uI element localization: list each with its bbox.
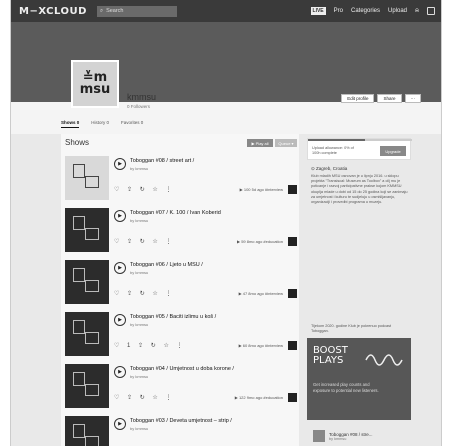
- show-actions[interactable]: ♡ 1 ⇪ ↻ ☆ ⋮: [114, 342, 185, 349]
- show-artwork[interactable]: [65, 416, 109, 446]
- more-button[interactable]: ⋯: [404, 94, 421, 103]
- follower-count[interactable]: 0 Followers: [127, 104, 150, 109]
- avatar: ≚m msu: [71, 60, 119, 108]
- search-input[interactable]: ⌕ Search: [96, 5, 177, 17]
- account-menu-icon[interactable]: [427, 7, 435, 15]
- upload-link[interactable]: Upload: [388, 8, 407, 14]
- top-nav: M−XCLOUD ⌕ Search LIVE Pro Categories Up…: [11, 0, 441, 22]
- show-title[interactable]: Toboggan #06 / Ljeto u MSU /: [130, 262, 203, 268]
- share-button[interactable]: Share: [377, 94, 402, 103]
- list-item: ▶ Toboggan #07 / K. 100 / Ivan Koberid b…: [65, 208, 297, 256]
- mixcloud-logo[interactable]: M−XCLOUD: [19, 6, 87, 17]
- nav-right: LIVE Pro Categories Upload ⍾: [310, 7, 435, 15]
- play-icon[interactable]: ▶: [114, 314, 126, 326]
- pro-link[interactable]: Pro: [334, 8, 343, 14]
- mini-player[interactable]: Toboggan #08 / stre... by kmmsu: [307, 426, 411, 446]
- tab-shows[interactable]: Shows 0: [61, 120, 80, 128]
- edit-profile-button[interactable]: Edit profile: [341, 94, 375, 103]
- show-title[interactable]: Toboggan #04 / Umjetnost u doba korone /: [130, 366, 234, 372]
- boost-plays-ad[interactable]: BOOST PLAYS Get increased play counts an…: [307, 338, 411, 420]
- categories-link[interactable]: Categories: [351, 8, 380, 14]
- mini-player-title: Toboggan #08 / stre...: [329, 431, 373, 437]
- list-item: ▶ Toboggan #06 / Ljeto u MSU / by kmmsu …: [65, 260, 297, 308]
- boost-title: BOOST PLAYS: [313, 345, 348, 366]
- search-placeholder: Search: [106, 8, 124, 14]
- show-owner[interactable]: by kmmsu: [130, 426, 148, 431]
- show-meta: ▶ 59 8mo ago #education: [237, 239, 283, 244]
- shows-heading: Shows: [65, 138, 90, 147]
- upgrade-button[interactable]: Upgrade: [380, 146, 406, 156]
- upgrade-card: Upload allowance: 0% of 100h complete Up…: [307, 138, 412, 160]
- mix-icon: [288, 289, 297, 298]
- play-icon[interactable]: ▶: [114, 366, 126, 378]
- show-actions[interactable]: ♡ ⇪ ↻ ☆ ⋮: [114, 290, 174, 297]
- show-actions[interactable]: ♡ ⇪ ↻ ☆ ⋮: [114, 238, 174, 245]
- show-owner[interactable]: by kmmsu: [130, 218, 148, 223]
- mix-icon: [288, 237, 297, 246]
- show-actions[interactable]: ♡ ⇪ ↻ ☆ ⋮: [114, 186, 174, 193]
- mini-player-artwork: [313, 430, 325, 442]
- sidebar: Upload allowance: 0% of 100h complete Up…: [307, 134, 412, 446]
- live-button[interactable]: LIVE: [310, 7, 326, 15]
- show-meta: ▶ 122 9mo ago #education: [234, 395, 283, 400]
- play-icon[interactable]: ▶: [114, 158, 126, 170]
- upload-progress-bar: [308, 139, 412, 141]
- list-item: ▶ Toboggan #08 / street art / by kmmsu ♡…: [65, 156, 297, 204]
- show-owner[interactable]: by kmmsu: [130, 374, 148, 379]
- mix-icon: [288, 185, 297, 194]
- mini-player-owner: by kmmsu: [329, 436, 347, 441]
- queue-button[interactable]: Queue ▾: [275, 139, 297, 147]
- boost-subtitle: Get increased play counts and exposure t…: [313, 382, 379, 393]
- show-artwork[interactable]: [65, 312, 109, 356]
- location: ⊙ Zagreb, Croatia: [311, 166, 348, 171]
- show-title[interactable]: Toboggan #08 / street art /: [130, 158, 194, 164]
- show-artwork[interactable]: [65, 364, 109, 408]
- show-title[interactable]: Toboggan #03 / Deveta umjetnost – strip …: [130, 418, 232, 424]
- show-owner[interactable]: by kmmsu: [130, 270, 148, 275]
- list-item: ▶ Toboggan #05 / Baciti izlimu u koš / b…: [65, 312, 297, 360]
- show-actions[interactable]: ♡ ⇪ ↻ ☆ ⋮: [114, 394, 174, 401]
- page: M−XCLOUD ⌕ Search LIVE Pro Categories Up…: [10, 0, 442, 446]
- show-title[interactable]: Toboggan #07 / K. 100 / Ivan Koberid: [130, 210, 221, 216]
- mix-icon: [288, 341, 297, 350]
- tab-history[interactable]: History 0: [91, 120, 109, 128]
- play-icon[interactable]: ▶: [114, 262, 126, 274]
- play-icon[interactable]: ▶: [114, 418, 126, 430]
- show-artwork[interactable]: [65, 156, 109, 200]
- search-icon: ⌕: [99, 7, 104, 14]
- upgrade-text: Upload allowance: 0% of 100h complete: [312, 146, 354, 155]
- show-meta: ▶ 100 5d ago #interview: [239, 187, 283, 192]
- waveform-icon: [365, 354, 403, 366]
- show-owner[interactable]: by kmmsu: [130, 166, 148, 171]
- profile-name: kmmsu: [127, 92, 156, 102]
- profile-bio: Klub mladih MSU osnovan je u lipnju 2016…: [311, 174, 408, 205]
- avatar-logo-line2: msu: [79, 82, 111, 97]
- show-meta: ▶ 60 8mo ago #interview: [238, 343, 283, 348]
- show-meta: ▶ 47 8mo ago #interview: [238, 291, 283, 296]
- profile-tabs: Shows 0 History 0 Favorites 0: [61, 120, 143, 128]
- profile-bio-more: Tijekom 2020. godine Klub je pokrenuo po…: [311, 324, 392, 334]
- shows-list: Shows ▶ Play all Queue ▾ ▶ Toboggan #08 …: [61, 134, 299, 446]
- list-item: ▶ Toboggan #03 / Deveta umjetnost – stri…: [65, 416, 297, 446]
- show-title[interactable]: Toboggan #05 / Baciti izlimu u koš /: [130, 314, 216, 320]
- show-artwork[interactable]: [65, 208, 109, 252]
- mix-icon: [288, 393, 297, 402]
- profile-actions: Edit profile Share ⋯: [341, 94, 421, 103]
- notifications-icon[interactable]: ⍾: [415, 8, 419, 15]
- show-owner[interactable]: by kmmsu: [130, 322, 148, 327]
- tab-favorites[interactable]: Favorites 0: [121, 120, 143, 128]
- show-artwork[interactable]: [65, 260, 109, 304]
- play-icon[interactable]: ▶: [114, 210, 126, 222]
- list-item: ▶ Toboggan #04 / Umjetnost u doba korone…: [65, 364, 297, 412]
- play-all-button[interactable]: ▶ Play all: [247, 139, 273, 147]
